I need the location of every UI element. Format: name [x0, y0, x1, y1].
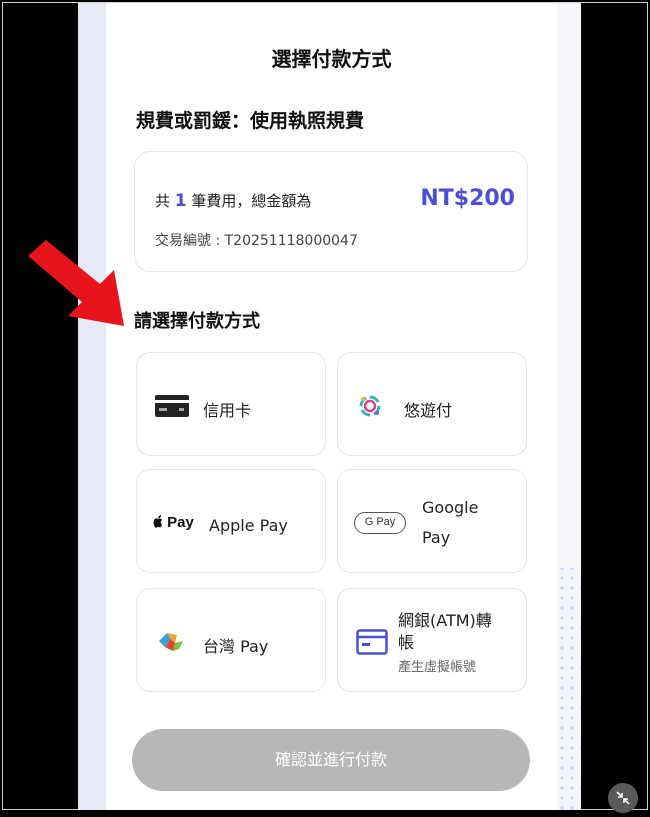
- fee-category: 規費或罰鍰：使用執照規費: [136, 110, 365, 132]
- fee-count-prefix: 共: [155, 192, 171, 210]
- payment-method-panel: 選擇付款方式 規費或罰鍰：使用執照規費 共 1 筆費用，總金額為 NT$200 …: [106, 3, 557, 810]
- taiwan-pay-logo-icon: [159, 633, 183, 651]
- confirm-payment-button[interactable]: 確認並進行付款: [132, 729, 530, 791]
- page-title: 選擇付款方式: [271, 47, 392, 71]
- easywallet-logo-icon: [359, 395, 381, 417]
- minimize-icon[interactable]: [608, 783, 638, 813]
- fee-count-line: 共 1 筆費用，總金額為: [155, 190, 311, 211]
- payment-option-label: 信用卡: [203, 401, 252, 420]
- payment-option-taiwan-pay[interactable]: 台灣 Pay: [136, 588, 326, 692]
- payment-option-easywallet[interactable]: 悠遊付: [337, 352, 527, 456]
- apple-pay-logo-icon: Pay: [153, 514, 194, 531]
- transaction-number: 交易編號 : T20251118000047: [155, 233, 358, 249]
- payment-option-sublabel: 產生虛擬帳號: [398, 660, 477, 675]
- credit-card-icon: [155, 395, 189, 417]
- payment-option-label-line1: Google: [422, 498, 479, 517]
- payment-option-label-line2: Pay: [422, 528, 451, 547]
- fee-summary-card: 共 1 筆費用，總金額為 NT$200 交易編號 : T202511180000…: [134, 151, 528, 272]
- google-pay-logo-icon: G Pay: [354, 512, 406, 534]
- payment-option-label: 悠遊付: [404, 401, 453, 420]
- payment-option-label: Apple Pay: [209, 516, 288, 535]
- payment-option-atm-transfer[interactable]: 網銀(ATM)轉 帳 產生虛擬帳號: [337, 588, 527, 692]
- red-arrow-annotation: [28, 240, 124, 326]
- background-strip-left: [78, 3, 106, 810]
- payment-option-google-pay[interactable]: G Pay Google Pay: [337, 469, 527, 573]
- fee-count-suffix: 筆費用，總金額為: [191, 192, 312, 210]
- background-strip-right: [557, 3, 581, 568]
- payment-section-label: 請選擇付款方式: [134, 311, 260, 332]
- fee-count: 1: [174, 191, 187, 211]
- bank-transfer-icon: [356, 629, 388, 655]
- payment-option-label-line1: 網銀(ATM)轉: [398, 611, 492, 630]
- payment-option-label: 台灣 Pay: [203, 637, 269, 656]
- payment-option-credit-card[interactable]: 信用卡: [136, 352, 326, 456]
- payment-option-apple-pay[interactable]: Pay Apple Pay: [136, 469, 326, 573]
- total-amount: NT$200: [420, 186, 515, 211]
- payment-option-label-line2: 帳: [398, 633, 415, 652]
